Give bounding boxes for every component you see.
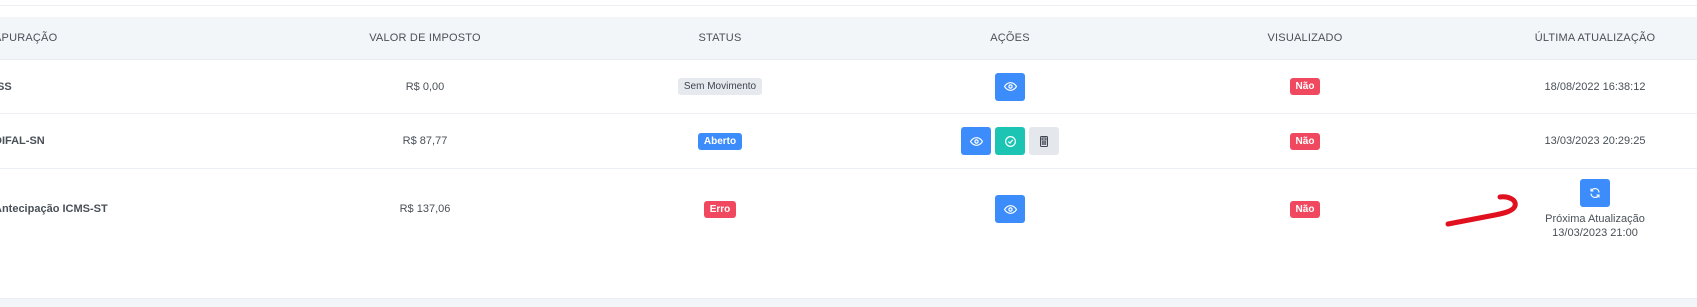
annotation-scribble xyxy=(1445,194,1518,227)
header-visualizado: VISUALIZADO xyxy=(1267,32,1343,44)
table-header: APURAÇÃO VALOR DE IMPOSTO STATUS AÇÕES V… xyxy=(0,17,1697,60)
table-row: DIFAL-SN R$ 87,77 Aberto Não 13/03/2023 … xyxy=(0,114,1697,169)
header-ultima: ÚLTIMA ATUALIZAÇÃO xyxy=(1534,32,1656,44)
approve-button[interactable] xyxy=(995,127,1025,155)
next-update-label: Próxima Atualização xyxy=(1545,213,1645,225)
view-button[interactable] xyxy=(995,195,1025,223)
eye-icon xyxy=(969,136,983,146)
last-update: 18/08/2022 16:38:12 xyxy=(1544,80,1646,93)
table-row: Antecipação ICMS-ST R$ 137,06 Erro Não P… xyxy=(0,169,1697,298)
eye-icon xyxy=(1003,204,1017,214)
visualizado-badge: Não xyxy=(1289,200,1321,218)
header-acoes: AÇÕES xyxy=(990,32,1030,44)
calculator-button[interactable] xyxy=(1029,127,1059,155)
view-button[interactable] xyxy=(961,127,991,155)
eye-icon xyxy=(1003,82,1017,91)
next-update-date: 13/03/2023 21:00 xyxy=(1552,227,1638,239)
view-button[interactable] xyxy=(995,72,1025,101)
calculator-icon xyxy=(1040,135,1048,147)
row-valor: R$ 87,77 xyxy=(402,135,448,147)
row-valor: R$ 0,00 xyxy=(405,80,445,93)
status-badge: Aberto xyxy=(697,132,743,150)
last-update: 13/03/2023 20:29:25 xyxy=(1544,135,1646,147)
row-name: DIFAL-SN xyxy=(0,135,45,147)
header-status: STATUS xyxy=(698,32,742,44)
refresh-button[interactable] xyxy=(1579,179,1610,207)
row-valor: R$ 137,06 xyxy=(399,203,451,215)
visualizado-badge: Não xyxy=(1289,78,1321,95)
header-apuracao: APURAÇÃO xyxy=(0,32,58,44)
next-update-block: Próxima Atualização 13/03/2023 21:00 xyxy=(1545,179,1645,239)
row-name: Antecipação ICMS-ST xyxy=(0,203,108,215)
row-name: ISS xyxy=(0,80,12,93)
check-circle-icon xyxy=(1004,135,1016,147)
refresh-icon xyxy=(1590,188,1600,198)
table-row: ISS R$ 0,00 Sem Movimento Não 18/08/2022… xyxy=(0,60,1697,114)
top-divider xyxy=(0,5,1697,6)
status-badge: Erro xyxy=(703,200,737,218)
header-valor: VALOR DE IMPOSTO xyxy=(369,32,481,44)
status-badge: Sem Movimento xyxy=(677,78,763,95)
visualizado-badge: Não xyxy=(1289,132,1321,150)
